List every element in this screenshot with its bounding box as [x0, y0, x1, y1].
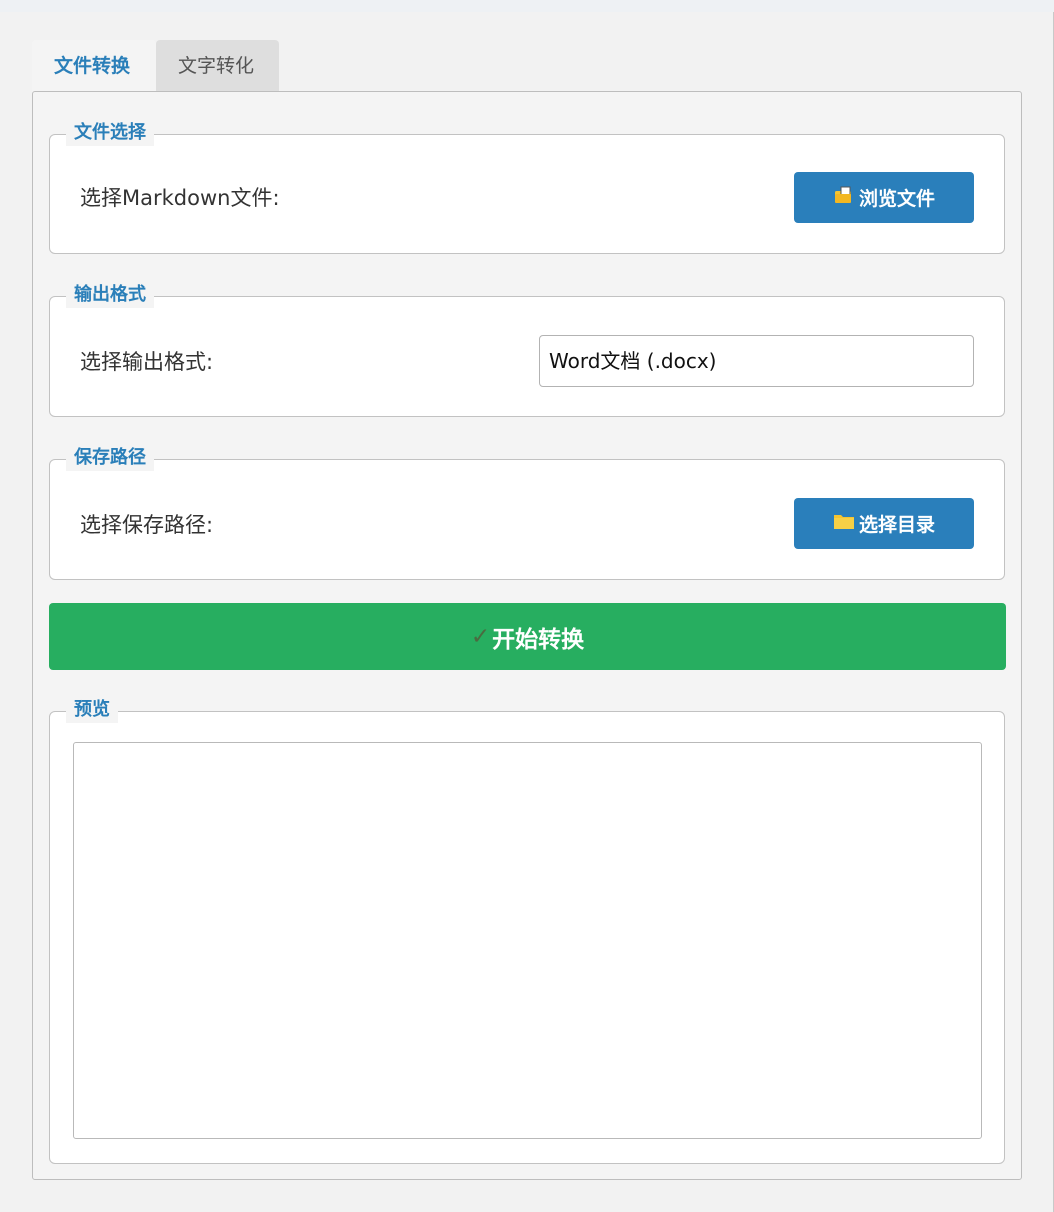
output-format-group: 输出格式 选择输出格式: Word文档 (.docx) — [49, 282, 1005, 417]
start-convert-label: 开始转换 — [492, 626, 585, 653]
file-select-group: 文件选择 选择Markdown文件: 浏览文件 — [49, 120, 1005, 254]
save-path-label: 选择保存路径: — [80, 513, 214, 537]
start-convert-button[interactable]: ✓ 开始转换 — [49, 603, 1006, 670]
tab-text-convert[interactable]: 文字转化 — [156, 40, 279, 92]
tab-panel: 文件选择 选择Markdown文件: 浏览文件 输出格式 选择输出格式: Wor… — [32, 91, 1022, 1180]
tab-file-convert[interactable]: 文件转换 — [32, 40, 156, 92]
preview-title: 预览 — [66, 697, 118, 723]
save-path-group: 保存路径 选择保存路径: 选择目录 — [49, 445, 1005, 580]
preview-textarea[interactable] — [73, 742, 982, 1139]
checkmark-icon: ✓ — [470, 623, 491, 650]
output-format-label: 选择输出格式: — [80, 350, 214, 374]
output-format-title: 输出格式 — [66, 282, 154, 308]
file-select-title: 文件选择 — [66, 120, 154, 146]
file-browse-icon — [833, 184, 855, 211]
tab-bar: 文件转换 文字转化 — [32, 40, 279, 92]
browse-file-label: 浏览文件 — [858, 188, 935, 210]
output-format-select[interactable]: Word文档 (.docx) — [539, 335, 974, 387]
choose-directory-label: 选择目录 — [858, 514, 935, 536]
save-path-title: 保存路径 — [66, 445, 154, 471]
file-select-label: 选择Markdown文件: — [80, 186, 280, 210]
choose-directory-button[interactable]: 选择目录 — [794, 498, 974, 549]
app-window: 文件转换 文字转化 文件选择 选择Markdown文件: 浏览文件 输出格式 选… — [0, 0, 1054, 1212]
preview-group: 预览 — [49, 697, 1005, 1164]
folder-icon — [833, 511, 855, 536]
browse-file-button[interactable]: 浏览文件 — [794, 172, 974, 223]
window-top-strip — [0, 0, 1054, 12]
